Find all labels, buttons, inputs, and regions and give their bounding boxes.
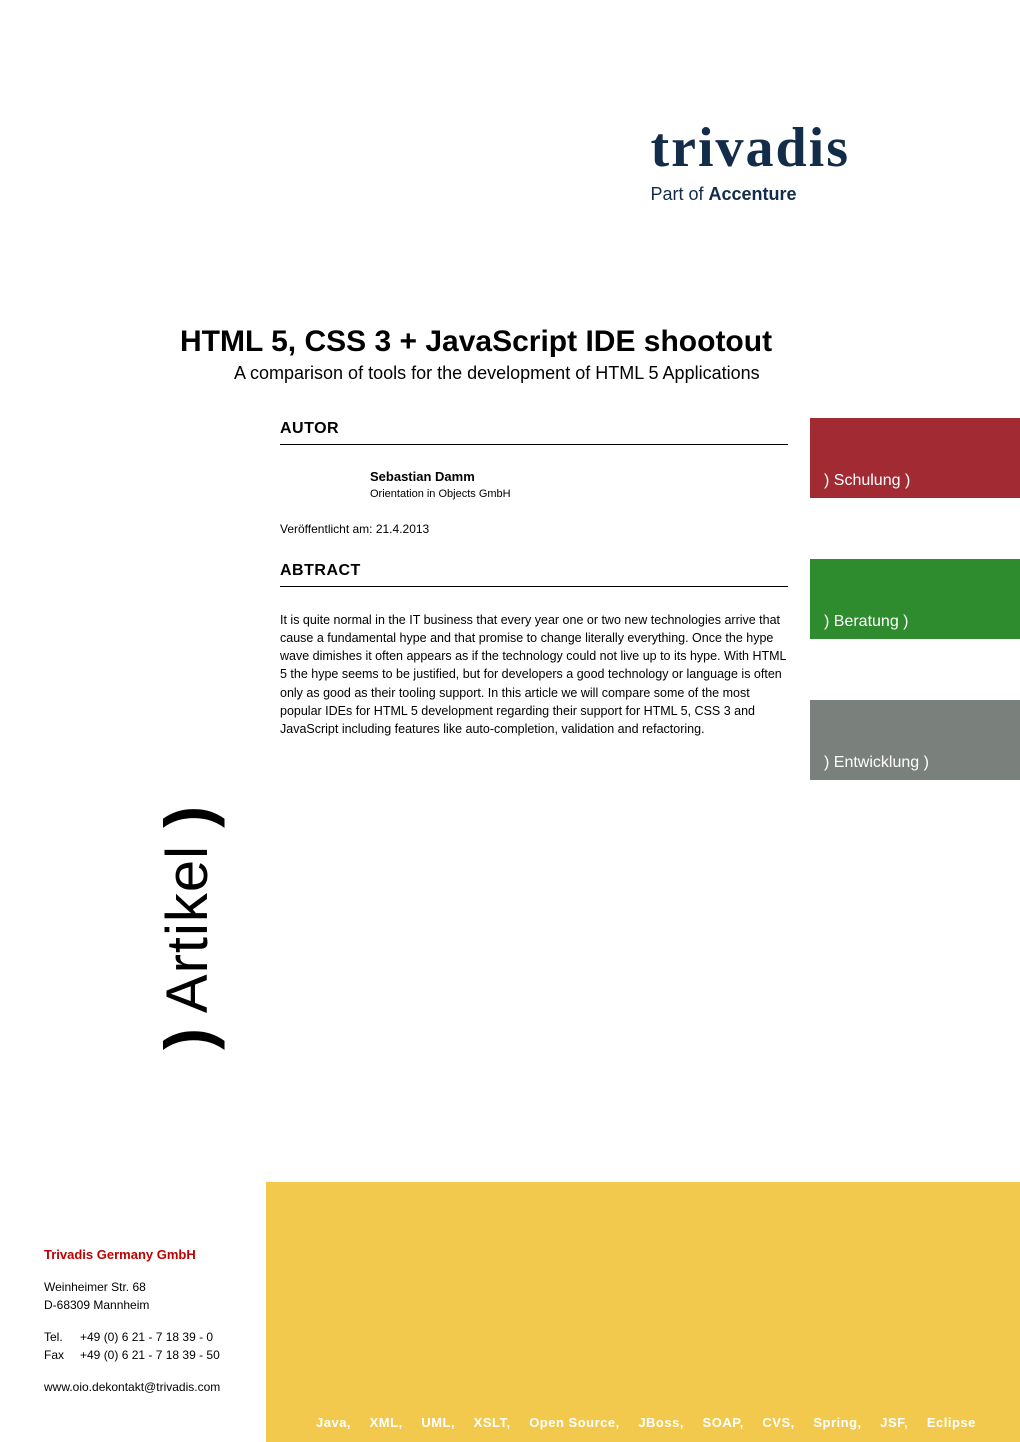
footer-keyword: SOAP bbox=[703, 1415, 744, 1430]
pill-schulung-label: ) Schulung ) bbox=[824, 472, 910, 490]
footer-bar bbox=[266, 1182, 1020, 1442]
document-subtitle: A comparison of tools for the developmen… bbox=[180, 363, 840, 384]
footer-company: Trivadis Germany GmbH bbox=[44, 1245, 220, 1265]
footer-contact: Trivadis Germany GmbH Weinheimer Str. 68… bbox=[44, 1245, 220, 1397]
tagline-prefix: Part of bbox=[650, 184, 708, 204]
footer-keyword: Java bbox=[316, 1415, 351, 1430]
logo-tagline: Part of Accenture bbox=[650, 184, 850, 205]
footer-web-email: www.oio.dekontakt@trivadis.com bbox=[44, 1378, 220, 1396]
footer-phones: Tel. +49 (0) 6 21 - 7 18 39 - 0 Fax +49 … bbox=[44, 1328, 220, 1364]
logo-text: trivadis bbox=[650, 117, 850, 179]
footer-keyword: UML bbox=[421, 1415, 455, 1430]
fax-label: Fax bbox=[44, 1346, 80, 1364]
footer-keyword: CVS bbox=[762, 1415, 794, 1430]
author-org: Orientation in Objects GmbH bbox=[280, 488, 788, 500]
pill-entwicklung: ) Entwicklung ) bbox=[810, 700, 1020, 780]
logo-wordmark: trivadis bbox=[650, 120, 850, 176]
publication-date: Veröffentlicht am: 21.4.2013 bbox=[280, 522, 788, 536]
address-line2: D-68309 Mannheim bbox=[44, 1296, 220, 1314]
vertical-article-label: ) Artikel ) bbox=[150, 805, 226, 1050]
author-name: Sebastian Damm bbox=[280, 469, 788, 484]
tel-value: +49 (0) 6 21 - 7 18 39 - 0 bbox=[80, 1328, 213, 1346]
address-line1: Weinheimer Str. 68 bbox=[44, 1278, 220, 1296]
paren-open: ) bbox=[151, 1027, 225, 1050]
pill-entwicklung-label: ) Entwicklung ) bbox=[824, 754, 929, 772]
author-heading: AUTOR bbox=[280, 420, 788, 445]
paren-close: ) bbox=[151, 805, 225, 828]
content-area: AUTOR Sebastian Damm Orientation in Obje… bbox=[280, 420, 788, 738]
author-block: Sebastian Damm Orientation in Objects Gm… bbox=[280, 469, 788, 500]
footer-keyword: JBoss bbox=[638, 1415, 684, 1430]
brand-logo: trivadis Part of Accenture bbox=[650, 120, 850, 205]
footer-keyword: Open Source bbox=[529, 1415, 620, 1430]
pill-beratung: ) Beratung ) bbox=[810, 559, 1020, 639]
footer-keyword: XML bbox=[370, 1415, 403, 1430]
abstract-heading: ABTRACT bbox=[280, 562, 788, 587]
pill-beratung-label: ) Beratung ) bbox=[824, 613, 908, 631]
tel-label: Tel. bbox=[44, 1328, 80, 1346]
footer-keyword: XSLT bbox=[474, 1415, 511, 1430]
vertical-text: Artikel bbox=[155, 828, 220, 1027]
abstract-text: It is quite normal in the IT business th… bbox=[280, 611, 788, 738]
pill-schulung: ) Schulung ) bbox=[810, 418, 1020, 498]
title-block: HTML 5, CSS 3 + JavaScript IDE shootout … bbox=[180, 325, 840, 384]
fax-value: +49 (0) 6 21 - 7 18 39 - 50 bbox=[80, 1346, 220, 1364]
footer-keyword: Spring bbox=[813, 1415, 861, 1430]
footer-keywords: Java XML UML XSLT Open Source JBoss SOAP CVS Spr… bbox=[316, 1415, 976, 1430]
tagline-brand: Accenture bbox=[708, 184, 796, 204]
document-title: HTML 5, CSS 3 + JavaScript IDE shootout bbox=[180, 325, 840, 359]
footer-keyword: Eclipse bbox=[927, 1415, 976, 1430]
footer-address: Weinheimer Str. 68 D-68309 Mannheim bbox=[44, 1278, 220, 1314]
footer-keyword: JSF bbox=[880, 1415, 908, 1430]
